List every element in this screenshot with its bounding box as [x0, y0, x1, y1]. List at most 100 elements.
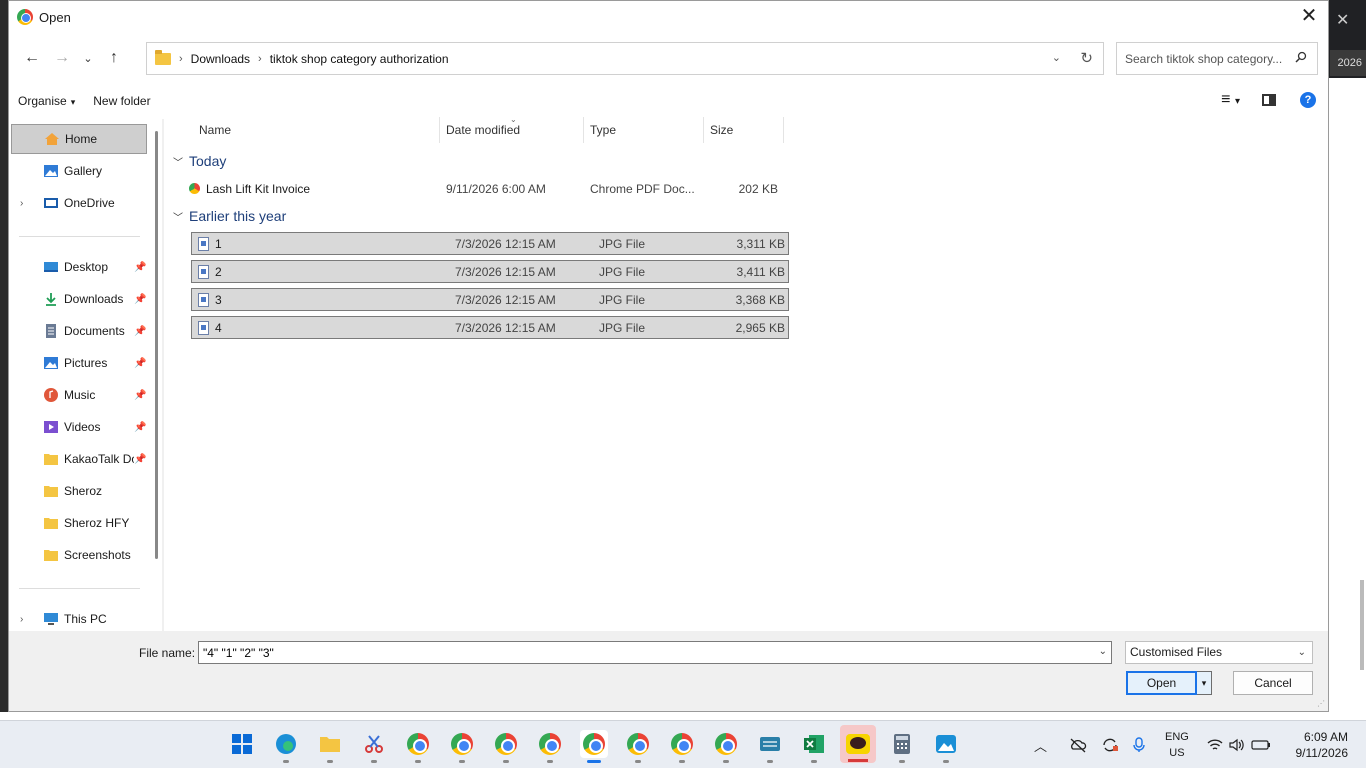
- quick-settings[interactable]: [1207, 721, 1271, 768]
- help-icon[interactable]: ?: [1300, 92, 1316, 108]
- taskbar-keyboard-app[interactable]: [756, 730, 784, 763]
- pictures-icon: [44, 357, 58, 369]
- file-type: JPG File: [599, 265, 646, 279]
- pin-icon[interactable]: 📌: [134, 262, 146, 273]
- folder-icon: [44, 486, 58, 497]
- windows-icon: [232, 734, 252, 754]
- file-type-filter[interactable]: Customised Files ⌄: [1125, 641, 1313, 664]
- taskbar-chrome-5[interactable]: [580, 730, 608, 763]
- breadcrumb-separator[interactable]: ›: [258, 53, 262, 65]
- sidebar-item-documents[interactable]: Documents 📌: [11, 316, 147, 346]
- sidebar-scrollbar[interactable]: [155, 131, 158, 559]
- sidebar-item-sheroz[interactable]: Sheroz: [11, 476, 147, 506]
- address-dropdown-icon[interactable]: ⌄: [1052, 51, 1061, 64]
- view-options-button[interactable]: ≡ ▾: [1221, 91, 1240, 109]
- table-row[interactable]: 2 7/3/2026 12:15 AM JPG File 3,411 KB: [191, 260, 789, 283]
- background-close-icon[interactable]: ✕: [1336, 10, 1349, 30]
- taskbar-kakaotalk[interactable]: [840, 725, 876, 763]
- sidebar-item-kakaotalk[interactable]: KakaoTalk Downloads 📌: [11, 444, 147, 474]
- up-button[interactable]: ↑: [99, 43, 129, 73]
- expand-icon[interactable]: ›: [20, 198, 23, 209]
- start-button[interactable]: [228, 730, 256, 758]
- microphone-icon[interactable]: [1133, 737, 1145, 753]
- background-scrollbar[interactable]: [1360, 580, 1364, 670]
- group-header-earlier[interactable]: ﹀ Earlier this year: [173, 208, 286, 224]
- close-icon[interactable]: ✕: [1296, 5, 1322, 29]
- pin-icon[interactable]: 📌: [134, 358, 146, 369]
- pin-icon[interactable]: 📌: [134, 422, 146, 433]
- sidebar-item-sheroz-hfy[interactable]: Sheroz HFY: [11, 508, 147, 538]
- input-language-indicator[interactable]: ENG US: [1165, 729, 1189, 761]
- column-header-name[interactable]: Name: [193, 117, 440, 143]
- taskbar-chrome-1[interactable]: [404, 730, 432, 763]
- sidebar-item-videos[interactable]: Videos 📌: [11, 412, 147, 442]
- sidebar-item-music[interactable]: Music 📌: [11, 380, 147, 410]
- sidebar-item-gallery[interactable]: Gallery: [11, 156, 147, 186]
- sidebar-item-label: Downloads: [64, 292, 124, 306]
- organise-button[interactable]: Organise ▾: [9, 90, 84, 112]
- open-button[interactable]: Open: [1126, 671, 1197, 695]
- table-row[interactable]: 3 7/3/2026 12:15 AM JPG File 3,368 KB: [191, 288, 789, 311]
- taskbar-calculator[interactable]: [888, 730, 916, 763]
- address-bar[interactable]: › Downloads › tiktok shop category autho…: [146, 42, 1104, 75]
- taskbar-chrome-7[interactable]: [668, 730, 696, 763]
- column-header-size[interactable]: Size: [704, 117, 784, 143]
- chevron-down-icon: ▾: [1234, 96, 1240, 107]
- taskbar-edge[interactable]: [272, 730, 300, 763]
- breadcrumb-separator[interactable]: ›: [179, 53, 183, 65]
- new-folder-button[interactable]: New folder: [84, 90, 159, 112]
- pin-icon[interactable]: 📌: [134, 390, 146, 401]
- column-header-date[interactable]: Date modified: [440, 117, 584, 143]
- open-options-button[interactable]: ▾: [1197, 671, 1212, 695]
- time-label: 6:09 AM: [1303, 730, 1348, 744]
- sidebar-item-desktop[interactable]: Desktop 📌: [11, 252, 147, 282]
- refresh-icon[interactable]: ↻: [1080, 49, 1093, 67]
- table-row[interactable]: 1 7/3/2026 12:15 AM JPG File 3,311 KB: [191, 232, 789, 255]
- taskbar-chrome-6[interactable]: [624, 730, 652, 763]
- sidebar-item-downloads[interactable]: Downloads 📌: [11, 284, 147, 314]
- taskbar-photos[interactable]: [932, 730, 960, 763]
- back-button[interactable]: ←: [17, 43, 47, 73]
- cloud-off-icon[interactable]: [1069, 737, 1087, 753]
- clock[interactable]: 6:09 AM 9/11/2026: [1296, 729, 1349, 761]
- chrome-icon: [715, 733, 737, 755]
- taskbar-chrome-3[interactable]: [492, 730, 520, 763]
- column-header-type[interactable]: Type: [584, 117, 704, 143]
- expand-icon[interactable]: ›: [20, 614, 23, 625]
- file-name-field[interactable]: ⌄: [198, 641, 1112, 664]
- search-box[interactable]: [1116, 42, 1318, 75]
- sidebar-item-onedrive[interactable]: › OneDrive: [11, 188, 147, 218]
- preview-pane-icon[interactable]: [1262, 94, 1276, 106]
- cancel-button[interactable]: Cancel: [1233, 671, 1313, 695]
- taskbar-chrome-4[interactable]: [536, 730, 564, 763]
- resize-grip-icon[interactable]: ⋰: [1317, 699, 1325, 708]
- breadcrumb-current-folder[interactable]: tiktok shop category authorization: [270, 52, 449, 66]
- taskbar-excel[interactable]: [800, 730, 828, 763]
- sidebar-item-screenshots[interactable]: Screenshots: [11, 540, 147, 570]
- taskbar-chrome-2[interactable]: [448, 730, 476, 763]
- table-row[interactable]: Lash Lift Kit Invoice 9/11/2026 6:00 AM …: [183, 178, 781, 201]
- file-name-input[interactable]: [199, 645, 1079, 660]
- running-indicator: [547, 760, 553, 763]
- pane-divider[interactable]: [162, 119, 164, 631]
- chevron-up-icon[interactable]: ︿: [1034, 736, 1047, 755]
- taskbar-chrome-8[interactable]: [712, 730, 740, 763]
- sidebar-item-this-pc[interactable]: › This PC: [11, 604, 147, 634]
- group-header-today[interactable]: ﹀ Today: [173, 153, 226, 169]
- system-tray: ︿: [1034, 721, 1145, 768]
- pin-icon[interactable]: 📌: [134, 326, 146, 337]
- sidebar-item-pictures[interactable]: Pictures 📌: [11, 348, 147, 378]
- recent-locations-button[interactable]: ⌄: [77, 43, 99, 73]
- forward-button[interactable]: →: [47, 43, 77, 73]
- taskbar-snipping-tool[interactable]: [360, 730, 388, 763]
- pin-icon[interactable]: 📌: [134, 294, 146, 305]
- chevron-down-icon[interactable]: ⌄: [1099, 646, 1107, 657]
- table-row[interactable]: 4 7/3/2026 12:15 AM JPG File 2,965 KB: [191, 316, 789, 339]
- running-indicator: [327, 760, 333, 763]
- taskbar-file-explorer[interactable]: [316, 730, 344, 763]
- pin-icon[interactable]: 📌: [134, 454, 146, 465]
- sidebar-item-home[interactable]: Home: [11, 124, 147, 154]
- breadcrumb-downloads[interactable]: Downloads: [191, 52, 250, 66]
- search-input[interactable]: [1125, 51, 1291, 66]
- sync-icon[interactable]: [1101, 737, 1119, 753]
